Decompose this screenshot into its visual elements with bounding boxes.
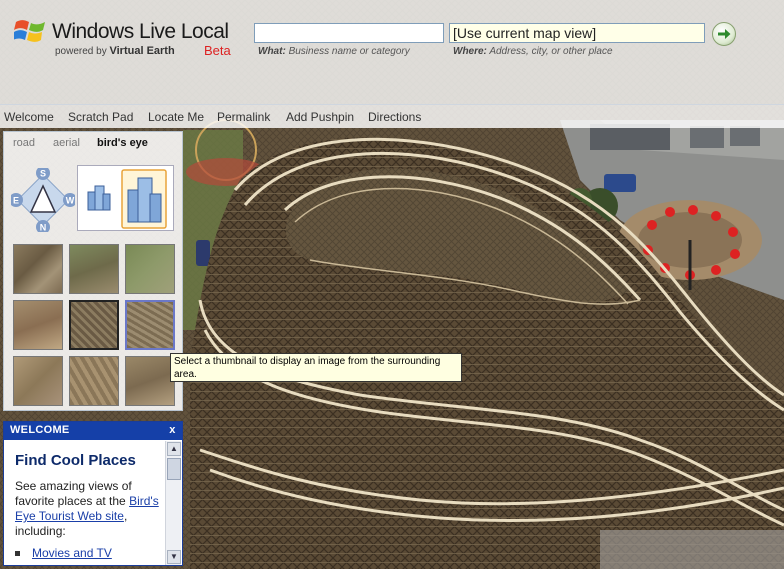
thumbnail-se[interactable] (125, 356, 175, 406)
nav-welcome[interactable]: Welcome (4, 110, 54, 124)
tab-birds-eye[interactable]: bird's eye (97, 137, 148, 149)
thumbnail-center[interactable] (69, 300, 119, 350)
close-icon[interactable]: x (166, 424, 179, 437)
welcome-list: Movies and TV (15, 546, 163, 560)
compass-n: N (40, 223, 47, 233)
welcome-heading: Find Cool Places (15, 452, 136, 469)
thumbnail-e[interactable] (125, 300, 175, 350)
arrow-right-icon (718, 29, 731, 39)
header-bar: Windows Live Local powered by Virtual Ea… (0, 0, 784, 104)
tab-aerial[interactable]: aerial (53, 137, 80, 149)
compass-s: S (40, 169, 46, 179)
map-control-panel: road aerial bird's eye S E W N (3, 131, 183, 411)
welcome-panel-header: WELCOME x (4, 422, 182, 440)
thumbnail-ne[interactable] (125, 244, 175, 294)
where-search-input[interactable] (449, 23, 705, 43)
nav-permalink[interactable]: Permalink (217, 110, 270, 124)
scroll-thumb[interactable] (167, 458, 181, 480)
nav-directions[interactable]: Directions (368, 110, 421, 124)
nav-locate-me[interactable]: Locate Me (148, 110, 204, 124)
where-hint: Where: Address, city, or other place (453, 46, 613, 57)
thumbnail-sw[interactable] (13, 356, 63, 406)
what-hint: What: Business name or category (258, 46, 410, 57)
thumbnail-nw[interactable] (13, 244, 63, 294)
scroll-up-icon[interactable]: ▲ (167, 442, 181, 456)
movies-and-tv-link[interactable]: Movies and TV (32, 546, 112, 560)
scroll-down-icon[interactable]: ▼ (167, 550, 181, 564)
zoom-control (77, 165, 174, 231)
powered-by-text: powered by Virtual Earth (55, 45, 175, 57)
bullet-icon (15, 551, 20, 557)
welcome-content: Find Cool Places See amazing views of fa… (15, 452, 163, 560)
compass-w: W (66, 196, 75, 206)
tab-road[interactable]: road (13, 137, 35, 149)
welcome-scrollbar[interactable]: ▲ ▼ (165, 441, 181, 565)
welcome-panel-title: WELCOME (10, 424, 70, 436)
search-go-button[interactable] (712, 22, 736, 46)
windows-live-local-logo[interactable]: Windows Live Local powered by Virtual Ea… (14, 14, 244, 64)
zoom-out-buildings-icon[interactable] (87, 185, 111, 211)
thumbnail-s[interactable] (69, 356, 119, 406)
nav-add-pushpin[interactable]: Add Pushpin (286, 110, 354, 124)
welcome-panel: WELCOME x Find Cool Places See amazing v… (3, 421, 183, 566)
welcome-description: See amazing views of favorite places at … (15, 479, 159, 538)
thumbnail-n[interactable] (69, 244, 119, 294)
compass-rotate-control[interactable]: S E W N (11, 168, 75, 232)
nav-scratch-pad[interactable]: Scratch Pad (68, 110, 133, 124)
nav-bar: Welcome Scratch Pad Locate Me Permalink … (0, 104, 784, 128)
windows-flag-icon (14, 20, 45, 42)
thumbnail-w[interactable] (13, 300, 63, 350)
logo-text: Windows Live Local (52, 20, 229, 43)
zoom-in-buildings-icon[interactable] (121, 169, 167, 229)
what-search-input[interactable] (254, 23, 444, 43)
beta-label: Beta (204, 43, 231, 58)
thumbnail-tooltip: Select a thumbnail to display an image f… (170, 353, 462, 382)
compass-e: E (13, 196, 19, 206)
